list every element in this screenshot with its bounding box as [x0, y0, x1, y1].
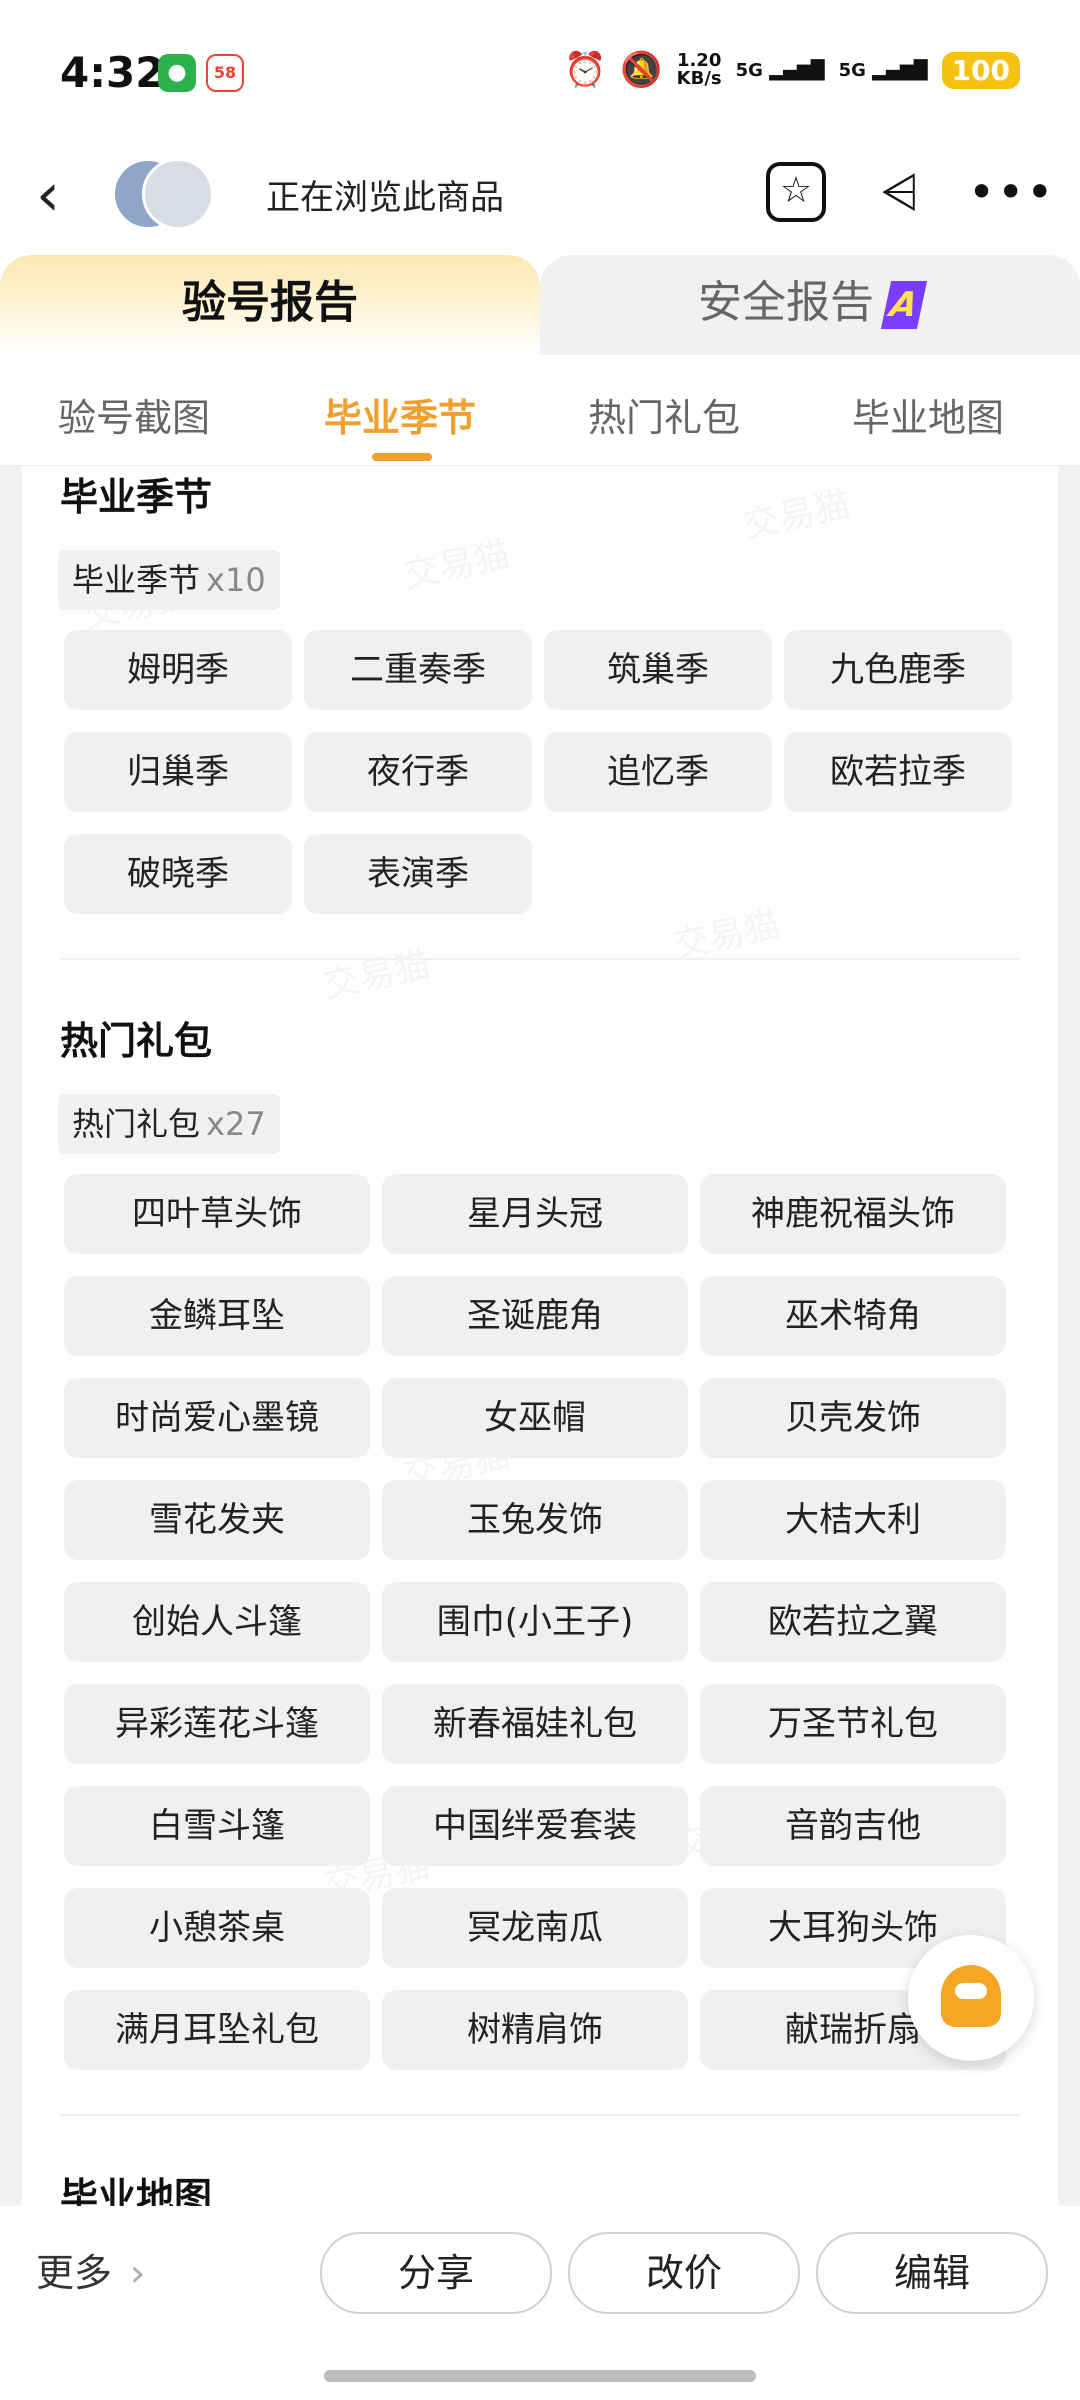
chevron-right-icon: ›	[130, 2251, 146, 2295]
tab-graduation-maps[interactable]: 毕业地图	[852, 387, 1004, 442]
season-chip: 九色鹿季	[784, 630, 1012, 710]
alarm-icon: ⏰	[563, 50, 607, 90]
pack-chip: 异彩莲花斗篷	[64, 1684, 370, 1764]
season-chip: 夜行季	[304, 732, 532, 812]
active-tab-indicator	[372, 453, 432, 461]
page-title: 正在浏览此商品	[266, 178, 504, 218]
title-bar: ‹ 正在浏览此商品 ☆ ⩤ •••	[0, 140, 1080, 260]
bottom-action-bar: 更多 › 分享 改价 编辑	[0, 2206, 1080, 2400]
watermark: 交易猫	[398, 525, 514, 598]
watermark: 交易猫	[738, 475, 854, 548]
section-divider	[60, 2114, 1020, 2116]
share-button[interactable]: 分享	[320, 2232, 552, 2314]
more-dots-icon[interactable]: •••	[968, 160, 1053, 224]
pack-chip: 玉兔发饰	[382, 1480, 688, 1560]
hot-packs-count-pill: 热门礼包 x27	[58, 1094, 280, 1154]
more-button[interactable]: 更多 ›	[36, 2242, 145, 2297]
favorite-star-icon[interactable]: ☆	[766, 162, 826, 222]
pack-chip: 贝壳发饰	[700, 1378, 1006, 1458]
season-chip: 归巢季	[64, 732, 292, 812]
tab-security-report[interactable]: 安全报告 A	[540, 255, 1080, 355]
mute-bell-icon: 🔕	[620, 50, 663, 90]
season-chip: 追忆季	[544, 732, 772, 812]
pack-chip: 围巾(小王子)	[382, 1582, 688, 1662]
status-bar: 4:32 ● 58 ⏰ 🔕 1.20 KB/s 5G ▂▄▆█ 5G ▂▄▆█ 1…	[0, 0, 1080, 140]
pack-chip: 中国绊爱套装	[382, 1786, 688, 1866]
tab-security-report-label: 安全报告	[698, 277, 874, 328]
pack-chip: 大桔大利	[700, 1480, 1006, 1560]
pack-chip: 满月耳坠礼包	[64, 1990, 370, 2070]
seasons-count-pill: 毕业季节 x10	[58, 550, 280, 610]
customer-service-button[interactable]	[908, 1935, 1034, 2061]
tab-graduation-seasons[interactable]: 毕业季节	[324, 387, 476, 442]
section-title-seasons: 毕业季节	[60, 475, 213, 519]
tab-screenshots[interactable]: 验号截图	[58, 387, 210, 442]
report-tabs: 验号报告 安全报告 A	[0, 255, 1080, 355]
season-chip: 破晓季	[64, 834, 292, 914]
pack-chip: 女巫帽	[382, 1378, 688, 1458]
pack-chip: 金鳞耳坠	[64, 1276, 370, 1356]
season-chip: 姆明季	[64, 630, 292, 710]
pack-chip: 冥龙南瓜	[382, 1888, 688, 1968]
pack-chip: 小憩茶桌	[64, 1888, 370, 1968]
pack-chip: 圣诞鹿角	[382, 1276, 688, 1356]
watermark: 交易猫	[318, 935, 434, 1008]
share-icon[interactable]: ⩤	[868, 160, 932, 224]
security-badge-icon: A	[880, 281, 928, 329]
app58-icon: 58	[206, 54, 244, 92]
support-mascot-icon	[941, 1965, 1001, 2027]
edit-button[interactable]: 编辑	[816, 2232, 1048, 2314]
signal-5g-1: 5G ▂▄▆█	[735, 59, 825, 81]
reprice-button[interactable]: 改价	[568, 2232, 800, 2314]
status-indicators: ⏰ 🔕 1.20 KB/s 5G ▂▄▆█ 5G ▂▄▆█ 100	[564, 50, 1020, 90]
pack-chip: 新春福娃礼包	[382, 1684, 688, 1764]
pack-chip: 创始人斗篷	[64, 1582, 370, 1662]
home-indicator[interactable]	[324, 2370, 756, 2382]
avatar	[142, 158, 214, 230]
section-tabs: 验号截图 毕业季节 热门礼包 毕业地图	[0, 355, 1080, 467]
pack-chip: 树精肩饰	[382, 1990, 688, 2070]
section-title-maps: 毕业地图	[60, 2175, 213, 2206]
tab-hot-packs[interactable]: 热门礼包	[588, 387, 740, 442]
pack-chip: 万圣节礼包	[700, 1684, 1006, 1764]
pack-chip: 白雪斗篷	[64, 1786, 370, 1866]
pack-chip: 雪花发夹	[64, 1480, 370, 1560]
section-divider	[60, 958, 1020, 960]
battery-indicator: 100	[941, 51, 1020, 89]
pack-chip: 四叶草头饰	[64, 1174, 370, 1254]
tab-inspection-report[interactable]: 验号报告	[0, 255, 540, 355]
pack-chip: 神鹿祝福头饰	[700, 1174, 1006, 1254]
season-chip: 二重奏季	[304, 630, 532, 710]
pack-chip: 音韵吉他	[700, 1786, 1006, 1866]
back-chevron-icon[interactable]: ‹	[36, 160, 60, 230]
pack-chip: 欧若拉之翼	[700, 1582, 1006, 1662]
signal-5g-2: 5G ▂▄▆█	[838, 59, 928, 81]
wechat-icon: ●	[158, 54, 196, 92]
season-chip: 筑巢季	[544, 630, 772, 710]
pack-chip: 星月头冠	[382, 1174, 688, 1254]
pack-chip: 时尚爱心墨镜	[64, 1378, 370, 1458]
season-chip: 欧若拉季	[784, 732, 1012, 812]
season-chip: 表演季	[304, 834, 532, 914]
viewer-avatars[interactable]	[112, 154, 214, 232]
status-time: 4:32	[60, 48, 165, 97]
report-content[interactable]: 交易猫 交易猫 交易猫 交易猫 交易猫 交易猫 交易猫 交易猫 交易猫 毕业季节…	[22, 466, 1058, 2206]
network-speed: 1.20 KB/s	[676, 50, 722, 89]
section-title-hot-packs: 热门礼包	[60, 1019, 213, 1063]
pack-chip: 巫术犄角	[700, 1276, 1006, 1356]
